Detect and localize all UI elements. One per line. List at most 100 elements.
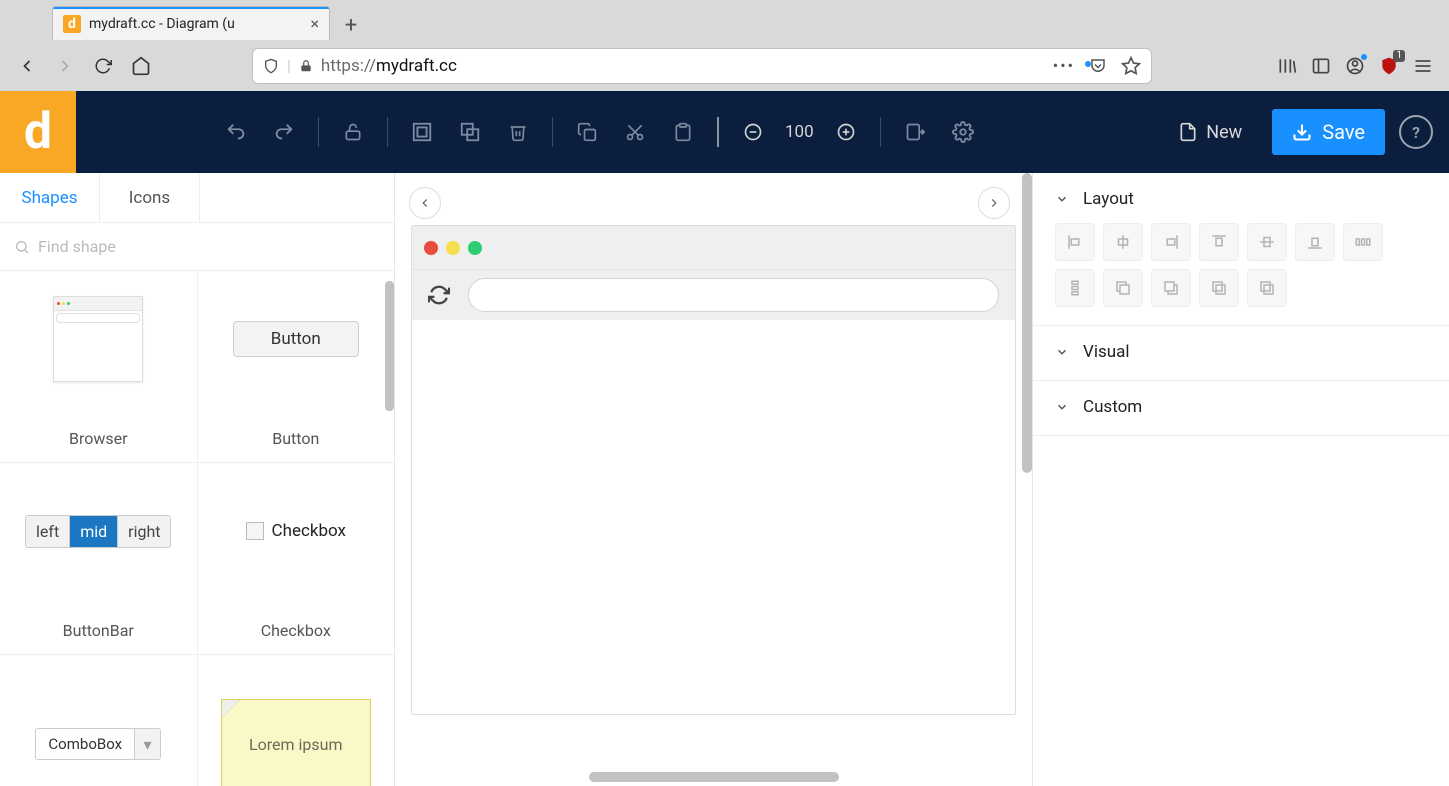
section-visual: Visual [1033,326,1449,381]
tab-icons[interactable]: Icons [100,173,200,222]
traffic-light-yellow-icon [446,241,460,255]
undo-button[interactable] [216,112,256,152]
mock-url-input [468,278,999,312]
forward-button[interactable] [48,49,82,83]
address-row: | https://mydraft.cc ••• 1 [0,40,1449,91]
distribute-h-button[interactable] [1343,223,1383,261]
canvas-vscrollbar[interactable] [1022,173,1032,473]
tab-title: mydraft.cc - Diagram (u [89,16,302,32]
search-icon [14,239,30,255]
shape-cell-checkbox[interactable]: Checkbox Checkbox [198,463,395,654]
home-button[interactable] [124,49,158,83]
section-header-visual[interactable]: Visual [1055,342,1427,362]
search-row [0,223,394,271]
section-header-custom[interactable]: Custom [1055,397,1427,417]
shape-cell-note[interactable]: Lorem ipsum [198,655,395,786]
section-custom: Custom [1033,381,1449,436]
copy-button[interactable] [567,112,607,152]
mock-content [412,320,1015,714]
lock-icon[interactable] [299,58,313,74]
checkbox-preview: Checkbox [246,521,346,541]
zoom-in-button[interactable] [826,112,866,152]
combobox-preview: ComboBox ▾ [35,728,161,760]
shapes-grid: Browser Button Button left mid right [0,271,394,786]
hamburger-icon[interactable] [1413,56,1433,76]
lock-button[interactable] [333,112,373,152]
new-button[interactable]: New [1162,110,1258,154]
tab-strip: d mydraft.cc - Diagram (u × + [0,0,1449,40]
align-center-v-button[interactable] [1247,223,1287,261]
align-right-button[interactable] [1151,223,1191,261]
tab-shapes[interactable]: Shapes [0,173,100,222]
ungroup-button[interactable] [450,112,490,152]
align-center-h-button[interactable] [1103,223,1143,261]
prev-page-button[interactable] [409,187,441,219]
section-layout: Layout [1033,173,1449,326]
next-page-button[interactable] [978,187,1010,219]
canvas[interactable] [411,225,1016,715]
bring-front-button[interactable] [1151,269,1191,307]
distribute-v-button[interactable] [1055,269,1095,307]
section-header-layout[interactable]: Layout [1055,189,1427,209]
left-tabs: Shapes Icons [0,173,394,223]
close-icon[interactable]: × [310,14,319,33]
cut-button[interactable] [615,112,655,152]
bring-forward-button[interactable] [1103,269,1143,307]
ublock-icon[interactable]: 1 [1379,56,1399,76]
browser-preview [53,296,143,382]
note-preview: Lorem ipsum [221,699,371,786]
send-back-button[interactable] [1247,269,1287,307]
left-panel: Shapes Icons Browser [0,173,395,786]
browser-chrome: d mydraft.cc - Diagram (u × + | https://… [0,0,1449,91]
help-button[interactable]: ? [1399,115,1433,149]
align-bottom-button[interactable] [1295,223,1335,261]
paste-button[interactable] [663,112,703,152]
account-icon[interactable] [1345,56,1365,76]
refresh-icon [428,284,450,306]
align-left-button[interactable] [1055,223,1095,261]
alignment-grid [1055,223,1427,307]
align-top-button[interactable] [1199,223,1239,261]
chevron-down-icon [1055,400,1069,414]
canvas-area [395,173,1033,786]
mock-url-row [412,270,1015,320]
address-bar[interactable]: | https://mydraft.cc ••• [252,48,1152,84]
app-logo[interactable]: d [0,91,76,173]
shape-cell-buttonbar[interactable]: left mid right ButtonBar [0,463,198,654]
buttonbar-preview: left mid right [25,515,171,548]
pocket-icon[interactable] [1089,57,1107,75]
url-text: https://mydraft.cc [321,56,457,76]
bookmark-star-icon[interactable] [1121,56,1141,76]
zoom-out-button[interactable] [733,112,773,152]
save-button[interactable]: Save [1272,109,1385,155]
chevron-down-icon [1055,345,1069,359]
app-toolbar: d 100 New Save ? [0,91,1449,173]
mock-window-titlebar [412,226,1015,270]
tab-favicon: d [63,15,81,33]
export-button[interactable] [895,112,935,152]
group-button[interactable] [402,112,442,152]
canvas-hscrollbar[interactable] [589,772,839,782]
sidebar-icon[interactable] [1311,56,1331,76]
button-preview: Button [233,321,359,357]
shape-search-input[interactable] [38,237,380,256]
library-icon[interactable] [1277,56,1297,76]
chevron-down-icon [1055,192,1069,206]
browser-tab[interactable]: d mydraft.cc - Diagram (u × [52,6,330,40]
shield-icon[interactable] [263,57,279,75]
shape-cell-browser[interactable]: Browser [0,271,198,462]
back-button[interactable] [10,49,44,83]
reload-button[interactable] [86,49,120,83]
more-icon[interactable]: ••• [1053,56,1075,75]
new-tab-button[interactable]: + [336,10,366,40]
right-panel: Layout Visual [1033,173,1449,786]
main-layout: Shapes Icons Browser [0,173,1449,786]
shape-cell-combobox[interactable]: ComboBox ▾ [0,655,198,786]
left-scrollbar[interactable] [385,281,394,411]
shape-cell-button[interactable]: Button Button [198,271,395,462]
send-backward-button[interactable] [1199,269,1239,307]
redo-button[interactable] [264,112,304,152]
settings-button[interactable] [943,112,983,152]
delete-button[interactable] [498,112,538,152]
zoom-value: 100 [785,122,814,142]
